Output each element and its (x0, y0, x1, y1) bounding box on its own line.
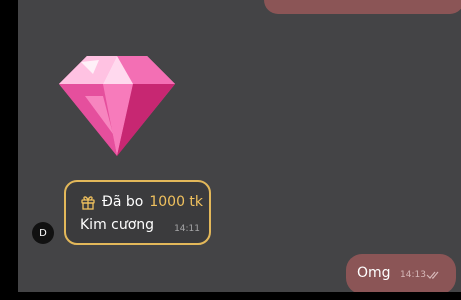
outgoing-message-bubble[interactable]: Omg 14:13 (346, 254, 456, 294)
sender-avatar[interactable]: D (32, 222, 54, 244)
outgoing-message-text: Omg (357, 265, 391, 281)
gift-header: Đã bo 1000 tk (80, 194, 203, 210)
outgoing-message-time: 14:13 (400, 270, 426, 280)
bottom-edge (0, 292, 461, 300)
gift-title: Đã bo (102, 194, 144, 210)
gift-icon (81, 196, 95, 210)
gift-message-time: 14:11 (174, 224, 200, 234)
previous-outgoing-message-bubble[interactable] (264, 0, 461, 14)
gift-amount: 1000 tk (149, 194, 204, 210)
gift-name: Kim cương (80, 217, 155, 233)
diamond-gift-image (59, 56, 175, 156)
gift-message-bubble[interactable]: Đã bo 1000 tk Kim cương 14:11 (64, 180, 211, 245)
double-check-icon (426, 271, 439, 279)
chat-area: Đã bo 1000 tk Kim cương 14:11 D Omg 14:1… (18, 0, 461, 300)
